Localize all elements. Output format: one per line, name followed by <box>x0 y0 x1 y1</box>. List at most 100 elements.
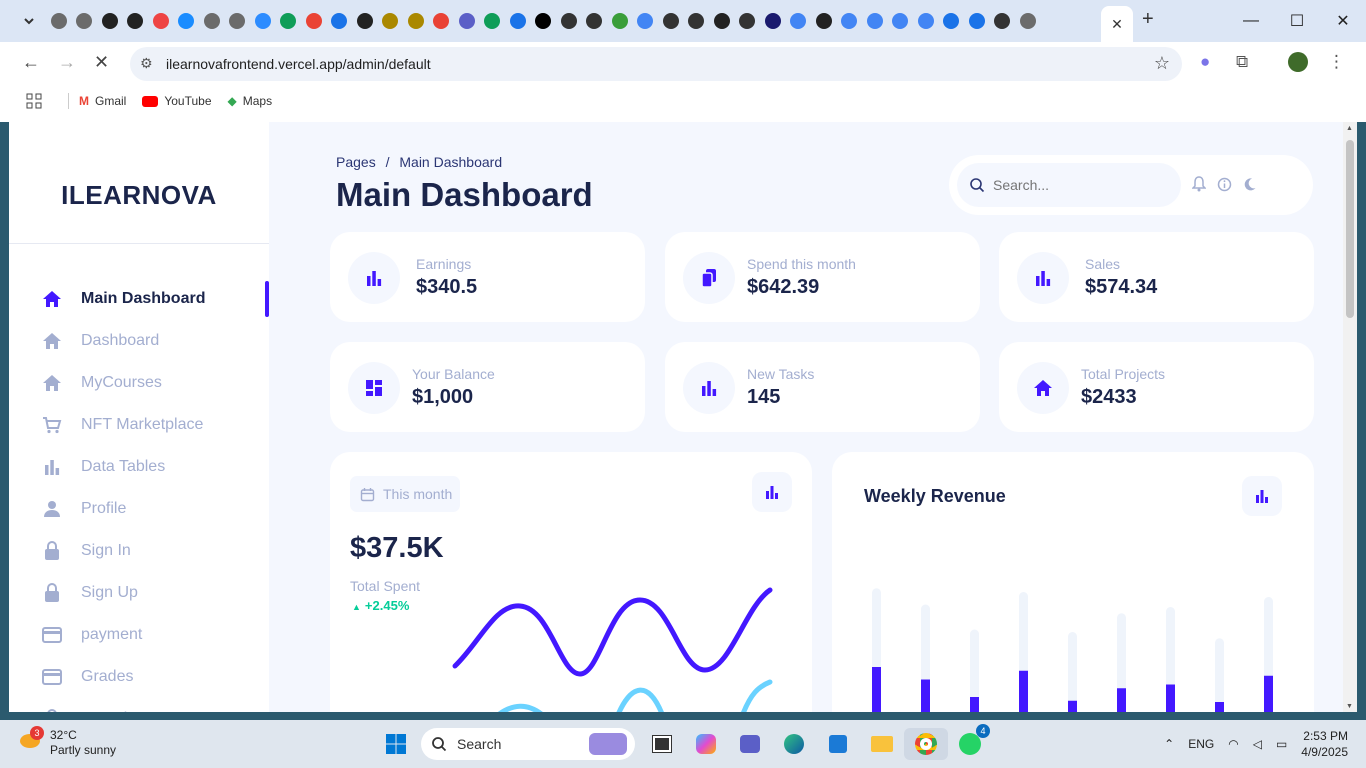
browser-tab-icon[interactable] <box>786 8 812 34</box>
clock[interactable]: 2:53 PM 4/9/2025 <box>1301 728 1348 760</box>
sidebar-item-attendance[interactable]: Attendance <box>41 698 269 712</box>
period-selector[interactable]: This month <box>350 476 460 512</box>
browser-tab-icon[interactable] <box>990 8 1016 34</box>
close-window-icon[interactable]: ✕ <box>1320 0 1366 42</box>
puzzle-icon[interactable]: ⧉ <box>1236 52 1248 72</box>
info-icon[interactable] <box>1216 176 1232 192</box>
weekly-bar-value[interactable] <box>921 679 930 713</box>
browser-tab-icon[interactable] <box>582 8 608 34</box>
search-field[interactable] <box>957 163 1181 207</box>
breadcrumb-current[interactable]: Main Dashboard <box>399 154 502 170</box>
whatsapp-icon[interactable]: 4 <box>948 724 992 760</box>
browser-tab-icon[interactable] <box>454 8 480 34</box>
browser-tab-icon[interactable] <box>811 8 837 34</box>
new-tab-button[interactable]: + <box>1142 8 1154 31</box>
chart-options-button[interactable] <box>752 472 792 512</box>
chevron-up-icon[interactable]: ⌃ <box>1164 737 1174 751</box>
sidebar-item-grades[interactable]: Grades <box>41 656 269 698</box>
menu-icon[interactable]: ⋮ <box>1328 52 1345 72</box>
browser-tab-icon[interactable] <box>684 8 710 34</box>
browser-tab-icon[interactable] <box>888 8 914 34</box>
taskbar-search[interactable]: Search <box>421 728 635 760</box>
bell-icon[interactable] <box>1191 176 1207 192</box>
scroll-up-icon[interactable]: ▲ <box>1346 125 1353 132</box>
battery-icon[interactable]: ▭ <box>1276 737 1287 751</box>
file-explorer-icon[interactable] <box>860 728 904 760</box>
browser-tab-icon[interactable] <box>964 8 990 34</box>
sidebar-item-nft-marketplace[interactable]: NFT Marketplace <box>41 404 269 446</box>
weekly-bar-value[interactable] <box>872 667 881 712</box>
maximize-icon[interactable]: ☐ <box>1274 0 1320 42</box>
sidebar-item-mycourses[interactable]: MyCourses <box>41 362 269 404</box>
browser-tab-icon[interactable] <box>327 8 353 34</box>
weekly-bar-value[interactable] <box>1019 670 1028 712</box>
sidebar-item-sign-up[interactable]: Sign Up <box>41 572 269 614</box>
browser-tab-icon[interactable] <box>1015 8 1041 34</box>
browser-tab-icon[interactable] <box>735 8 761 34</box>
browser-tab-icon[interactable] <box>658 8 684 34</box>
volume-icon[interactable]: ◁ <box>1253 737 1262 751</box>
browser-tab-icon[interactable] <box>556 8 582 34</box>
sidebar-item-dashboard[interactable]: Dashboard <box>41 320 269 362</box>
browser-tab-icon[interactable] <box>199 8 225 34</box>
moon-icon[interactable] <box>1241 176 1257 192</box>
weather-widget[interactable]: 3 32°C Partly sunny <box>18 726 116 758</box>
weekly-bar-value[interactable] <box>1264 675 1273 712</box>
active-tab-close-icon[interactable]: ✕ <box>1101 6 1133 42</box>
bookmark-maps[interactable]: ◆ Maps <box>228 94 273 108</box>
scroll-down-icon[interactable]: ▼ <box>1346 703 1353 710</box>
store-icon[interactable] <box>816 728 860 760</box>
browser-tab-icon[interactable] <box>46 8 72 34</box>
sidebar-item-main-dashboard[interactable]: Main Dashboard <box>41 278 269 320</box>
sidebar-item-payment[interactable]: payment <box>41 614 269 656</box>
weekly-bar-value[interactable] <box>1166 684 1175 713</box>
browser-tab-icon[interactable] <box>276 8 302 34</box>
avatar[interactable] <box>1288 52 1308 77</box>
language-indicator[interactable]: ENG <box>1188 737 1214 751</box>
site-info-icon[interactable]: ⚙ <box>140 55 153 72</box>
search-input[interactable] <box>993 177 1163 193</box>
browser-tab-icon[interactable] <box>429 8 455 34</box>
breadcrumb-root[interactable]: Pages <box>336 154 376 170</box>
sidebar-item-profile[interactable]: Profile <box>41 488 269 530</box>
tab-search-icon[interactable] <box>16 8 42 34</box>
teams-icon[interactable] <box>728 728 772 760</box>
extension-icon[interactable]: ● <box>1200 52 1210 72</box>
scroll-thumb[interactable] <box>1346 140 1354 318</box>
browser-tab-icon[interactable] <box>403 8 429 34</box>
chrome-icon[interactable] <box>904 728 948 760</box>
browser-tab-icon[interactable] <box>225 8 251 34</box>
wifi-icon[interactable]: ◠ <box>1228 737 1238 751</box>
browser-tab-icon[interactable] <box>480 8 506 34</box>
weekly-bar-value[interactable] <box>1215 702 1224 712</box>
weekly-bar-value[interactable] <box>970 697 979 712</box>
brand-logo[interactable]: ILEARNOVA <box>9 180 269 211</box>
browser-tab-icon[interactable] <box>913 8 939 34</box>
browser-tab-icon[interactable] <box>505 8 531 34</box>
apps-grid-icon[interactable] <box>26 93 42 109</box>
browser-tab-icon[interactable] <box>72 8 98 34</box>
edge-icon[interactable] <box>772 728 816 760</box>
weekly-options-button[interactable] <box>1242 476 1282 516</box>
browser-tab-icon[interactable] <box>97 8 123 34</box>
browser-tab-icon[interactable] <box>174 8 200 34</box>
copilot-icon[interactable] <box>684 728 728 760</box>
url-text[interactable]: ilearnovafrontend.vercel.app/admin/defau… <box>166 56 431 72</box>
browser-tab-icon[interactable] <box>531 8 557 34</box>
weekly-bar-value[interactable] <box>1068 700 1077 712</box>
task-view-icon[interactable] <box>640 728 684 760</box>
stop-loading-icon[interactable]: ✕ <box>94 52 109 73</box>
browser-tab-icon[interactable] <box>123 8 149 34</box>
weekly-bar-value[interactable] <box>1117 688 1126 712</box>
back-icon[interactable]: ← <box>22 52 40 73</box>
browser-tab-icon[interactable] <box>633 8 659 34</box>
browser-tab-icon[interactable] <box>862 8 888 34</box>
browser-tab-icon[interactable] <box>352 8 378 34</box>
browser-tab-icon[interactable] <box>607 8 633 34</box>
sidebar-item-sign-in[interactable]: Sign In <box>41 530 269 572</box>
browser-tab-icon[interactable] <box>301 8 327 34</box>
page-scrollbar[interactable]: ▲ ▼ <box>1343 122 1357 712</box>
bookmark-gmail[interactable]: M Gmail <box>79 94 126 108</box>
start-button[interactable] <box>374 728 418 760</box>
browser-tab-icon[interactable] <box>760 8 786 34</box>
